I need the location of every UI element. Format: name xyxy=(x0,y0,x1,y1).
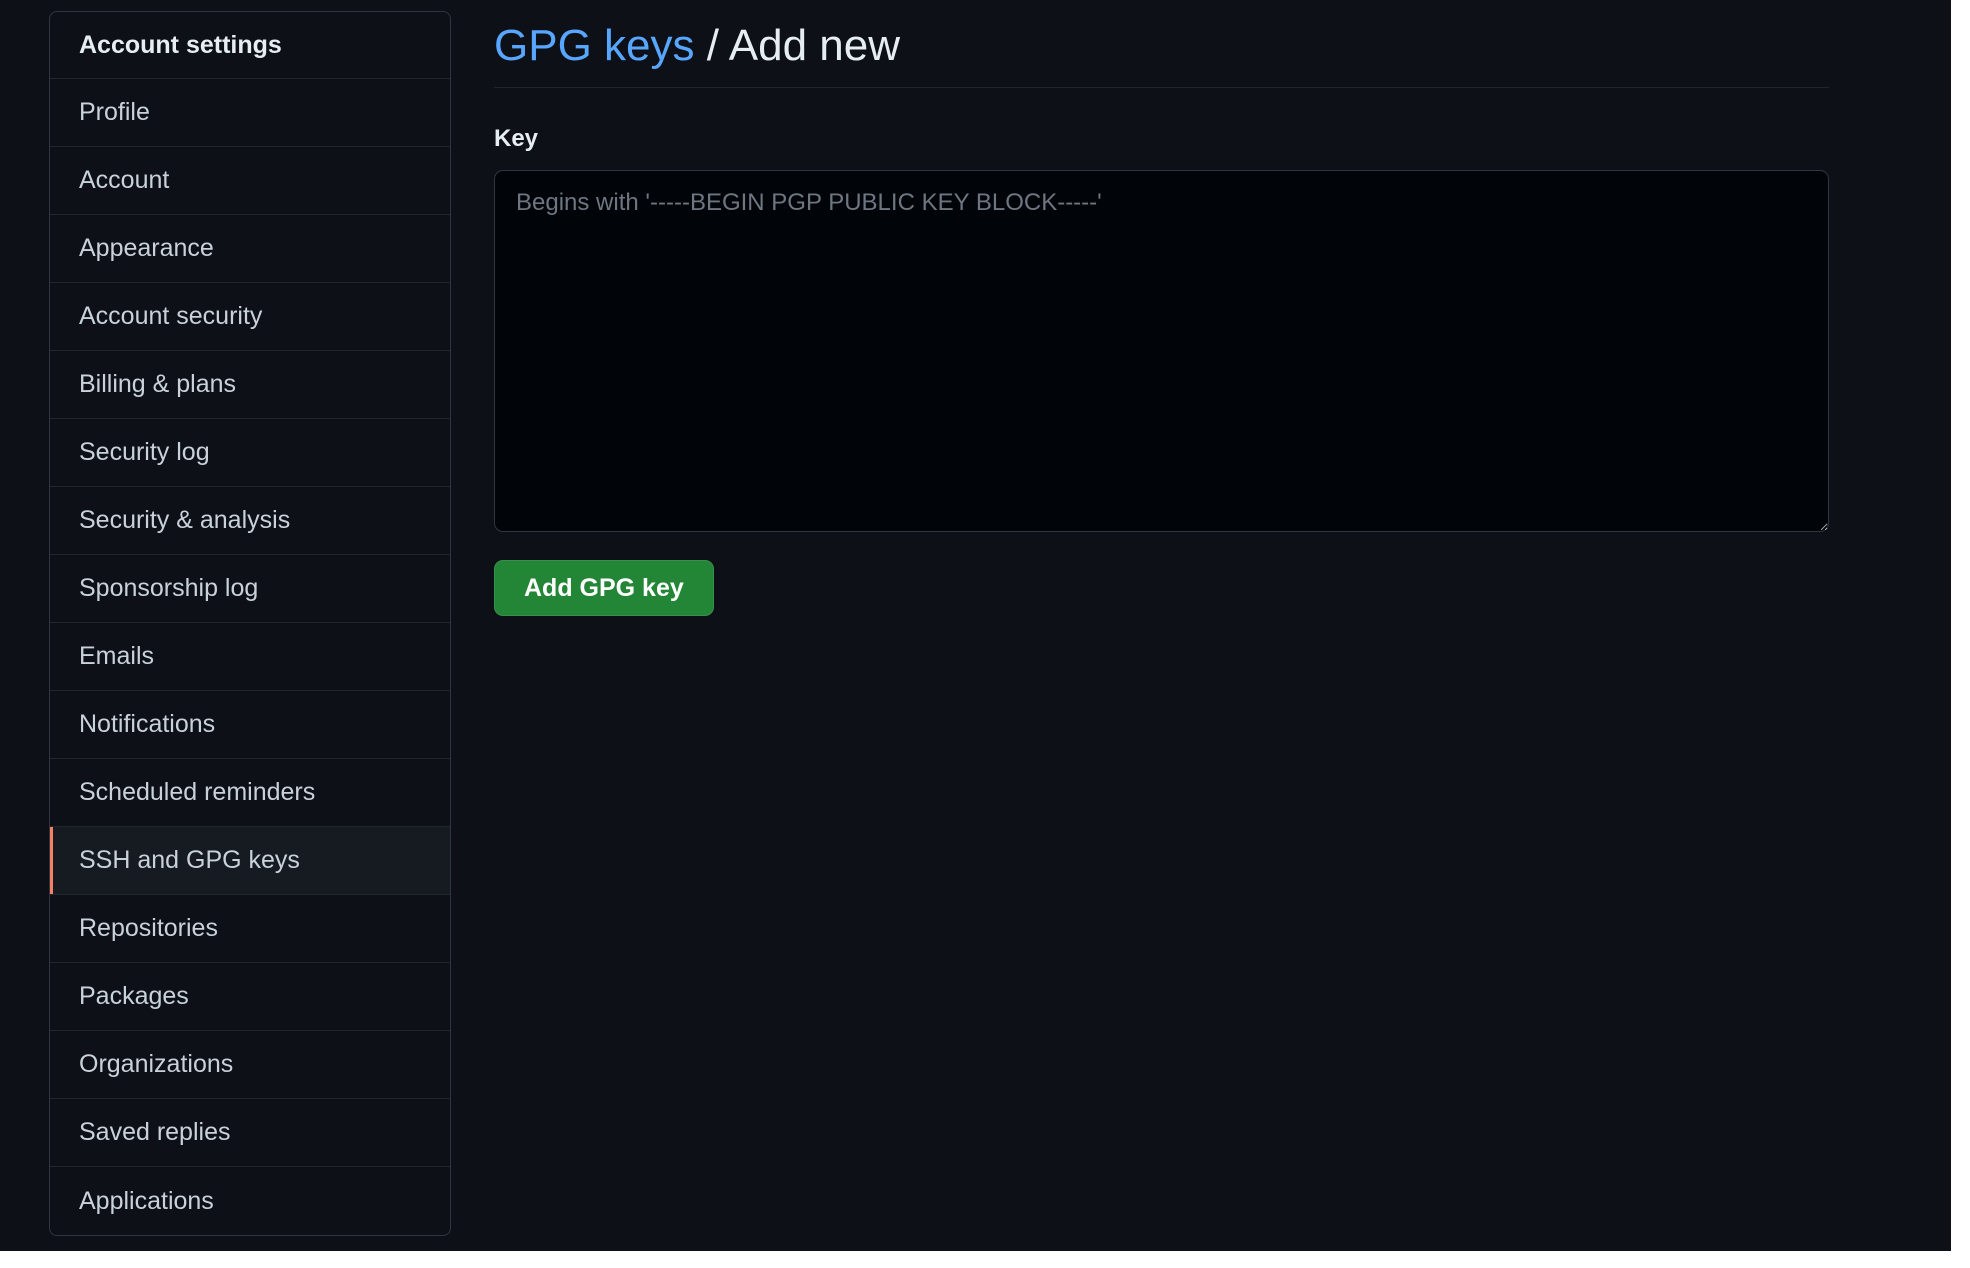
sidebar-item-label: Saved replies xyxy=(79,1118,231,1146)
sidebar-item-profile[interactable]: Profile xyxy=(50,79,450,147)
breadcrumb-gpg-keys-link[interactable]: GPG keys xyxy=(494,21,695,70)
sidebar-item-label: Security log xyxy=(79,438,210,466)
sidebar-item-label: Packages xyxy=(79,982,189,1010)
sidebar-item-repositories[interactable]: Repositories xyxy=(50,895,450,963)
sidebar-item-emails[interactable]: Emails xyxy=(50,623,450,691)
sidebar-item-label: SSH and GPG keys xyxy=(79,846,300,874)
sidebar-item-notifications[interactable]: Notifications xyxy=(50,691,450,759)
sidebar-item-account[interactable]: Account xyxy=(50,147,450,215)
sidebar-item-label: Emails xyxy=(79,642,155,670)
sidebar-item-scheduled-reminders[interactable]: Scheduled reminders xyxy=(50,759,450,827)
sidebar-item-label: Scheduled reminders xyxy=(79,778,316,806)
sidebar-item-security-log[interactable]: Security log xyxy=(50,419,450,487)
sidebar-item-label: Security & analysis xyxy=(79,506,291,534)
sidebar-item-sponsorship-log[interactable]: Sponsorship log xyxy=(50,555,450,623)
main-content: GPG keys / Add new Key Add GPG key xyxy=(494,0,1829,616)
sidebar-heading: Account settings xyxy=(50,12,450,79)
sidebar-item-label: Repositories xyxy=(79,914,218,942)
breadcrumb-current: Add new xyxy=(728,21,900,70)
sidebar-item-label: Notifications xyxy=(79,710,216,738)
sidebar-item-account-security[interactable]: Account security xyxy=(50,283,450,351)
sidebar-item-organizations[interactable]: Organizations xyxy=(50,1031,450,1099)
sidebar-item-label: Billing & plans xyxy=(79,370,237,398)
settings-sidebar: Account settings Profile Account Appearanc… xyxy=(49,11,451,1236)
sidebar-item-packages[interactable]: Packages xyxy=(50,963,450,1031)
sidebar-item-saved-replies[interactable]: Saved replies xyxy=(50,1099,450,1167)
key-textarea[interactable] xyxy=(494,170,1829,532)
sidebar-item-label: Account xyxy=(79,166,170,194)
sidebar-item-billing-plans[interactable]: Billing & plans xyxy=(50,351,450,419)
sidebar-item-label: Profile xyxy=(79,98,150,126)
page-title: GPG keys / Add new xyxy=(494,18,1829,88)
sidebar-item-security-analysis[interactable]: Security & analysis xyxy=(50,487,450,555)
sidebar-item-label: Appearance xyxy=(79,234,214,262)
sidebar-item-applications[interactable]: Applications xyxy=(50,1167,450,1235)
key-label: Key xyxy=(494,125,539,152)
breadcrumb-separator: / xyxy=(694,21,729,70)
sidebar-item-appearance[interactable]: Appearance xyxy=(50,215,450,283)
sidebar-item-ssh-and-gpg-keys[interactable]: SSH and GPG keys xyxy=(50,827,450,895)
sidebar-item-label: Sponsorship log xyxy=(79,574,259,602)
sidebar-item-label: Account security xyxy=(79,302,263,330)
page: Account settings Profile Account Appearanc… xyxy=(0,0,1951,1251)
sidebar-item-label: Applications xyxy=(79,1186,214,1215)
sidebar-item-label: Organizations xyxy=(79,1050,234,1078)
add-gpg-key-button[interactable]: Add GPG key xyxy=(494,560,714,616)
